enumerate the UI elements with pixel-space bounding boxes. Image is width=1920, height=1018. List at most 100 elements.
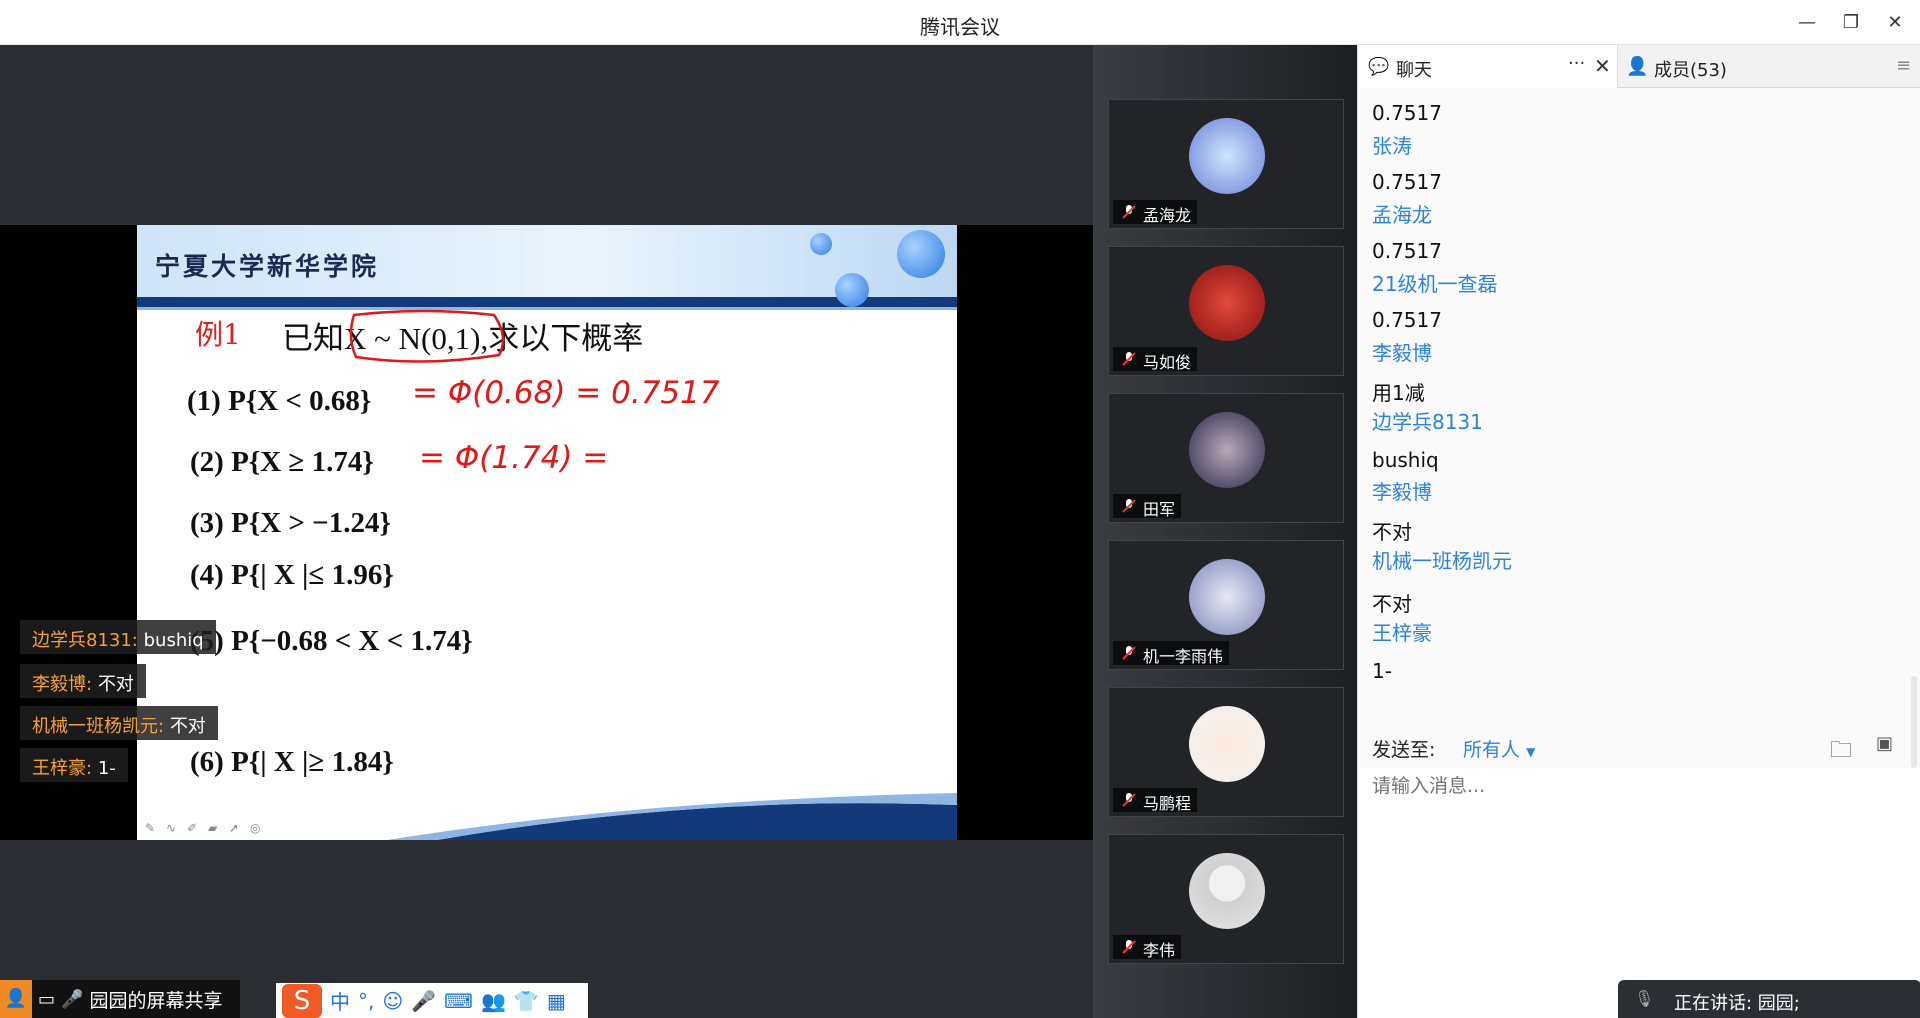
problem-6: (6) P{| X |≥ 1.84} (190, 746, 394, 778)
window-title: 腾讯会议 (920, 15, 1000, 39)
marker-icon[interactable]: ✐ (187, 821, 201, 835)
chat-message-text: 0.7517 (1372, 308, 1442, 332)
chat-icon: 💬 (1368, 57, 1390, 77)
close-icon[interactable]: ✕ (1881, 8, 1909, 36)
chat-message-text: 不对 (1372, 520, 1412, 544)
chat-message-text: 0.7517 (1372, 101, 1442, 125)
share-label: 园园的屏幕共享 (89, 989, 223, 1012)
example-label: 例1 (195, 318, 241, 351)
side-panel: 💬 聊天 ··· ✕ 👤 成员(53) ≡ 0.7517 张涛 0.7517 孟… (1357, 45, 1920, 1018)
participant-name: 孟海龙 (1113, 200, 1198, 225)
members-icon: 👤 (1626, 56, 1649, 77)
send-to-dropdown[interactable]: 所有人 ▼ (1463, 735, 1535, 762)
menu-icon[interactable]: ≡ (1896, 55, 1911, 76)
message-input[interactable] (1372, 771, 1902, 801)
participant-name-text: 田军 (1143, 500, 1176, 519)
avatar (1189, 265, 1265, 341)
participant-name-text: 马鹏程 (1143, 794, 1192, 813)
laser-icon[interactable]: ◎ (250, 821, 264, 835)
chat-message-text: 0.7517 (1372, 170, 1442, 194)
decor-bubble (835, 273, 869, 307)
danmu-item: 王梓豪: 1- (20, 748, 128, 782)
participant-tile[interactable]: 田军 (1108, 393, 1344, 523)
curve-icon[interactable]: ∿ (166, 821, 180, 835)
chat-message-text: bushiq (1372, 448, 1439, 472)
chat-sender[interactable]: 机械一班杨凯元 (1372, 545, 1512, 574)
emoji-icon[interactable]: ☺ (382, 989, 403, 1013)
apps-icon[interactable]: ▦ (547, 989, 566, 1013)
school-name: 宁夏大学新华学院 (155, 252, 380, 281)
participant-tile[interactable]: 马如俊 (1108, 246, 1344, 376)
chat-sender[interactable]: 李毅博 (1372, 337, 1432, 366)
participant-tile[interactable]: 李伟 (1108, 834, 1344, 964)
speaking-text: 正在讲话: 园园; (1674, 993, 1800, 1014)
tab-members[interactable]: 👤 成员(53) (1618, 45, 1878, 88)
danmu-item: 机械一班杨凯元: 不对 (20, 706, 218, 740)
skin-icon[interactable]: 👕 (514, 989, 539, 1013)
ime-punct[interactable]: °, (358, 989, 374, 1013)
handwritten-circle (349, 309, 505, 363)
screen-share-bar: 👤 ▭ 🎤 园园的屏幕共享 (0, 980, 240, 1018)
panel-tabs: 💬 聊天 ··· ✕ 👤 成员(53) ≡ (1358, 45, 1920, 88)
ime-toolbar: S 中 °, ☺ 🎤 ⌨ 👥 👕 ▦ (276, 983, 588, 1018)
danmu-msg: 不对 (97, 674, 134, 695)
restore-icon[interactable]: ❐ (1837, 8, 1865, 36)
participant-name: 马鹏程 (1113, 788, 1198, 813)
danmu-name: 机械一班杨凯元: (32, 716, 165, 737)
problem-4: (4) P{| X |≤ 1.96} (190, 559, 394, 591)
participant-name: 马如俊 (1113, 347, 1198, 372)
participant-tile[interactable]: 马鹏程 (1108, 687, 1344, 817)
voice-icon[interactable]: 🎤 (411, 989, 436, 1013)
more-icon[interactable]: ··· (1568, 53, 1585, 74)
folder-icon[interactable]: 🗀 (1830, 733, 1852, 771)
chat-message-text: 用1减 (1372, 381, 1425, 405)
send-to-value: 所有人 (1463, 739, 1521, 761)
slide-band (137, 297, 957, 307)
chat-sender[interactable]: 边学兵8131 (1372, 406, 1483, 435)
mic-muted-icon (1122, 205, 1136, 219)
chat-sender[interactable]: 王梓豪 (1372, 617, 1432, 646)
danmu-item: 边学兵8131: bushiq (20, 620, 216, 654)
danmu-name: 王梓豪: (32, 758, 93, 779)
participant-name: 机一李雨伟 (1113, 641, 1230, 666)
eraser-icon[interactable]: ▰ (208, 821, 222, 835)
chat-scrollbar[interactable] (1911, 676, 1917, 768)
participant-tile[interactable]: 孟海龙 (1108, 99, 1344, 229)
speaking-indicator: 🎙 正在讲话: 园园; (1618, 980, 1920, 1018)
ime-mode[interactable]: 中 (330, 986, 350, 1015)
chat-message-list: 0.7517 张涛 0.7517 孟海龙 0.7517 21级机一查磊 0.75… (1358, 88, 1920, 768)
user-icon[interactable]: 👤 (0, 980, 32, 1018)
tab-chat[interactable]: 💬 聊天 ··· ✕ (1358, 45, 1618, 88)
danmu-msg: 不对 (169, 716, 206, 737)
chat-sender[interactable]: 21级机一查磊 (1372, 268, 1497, 297)
annotation-1: = Φ(0.68) = 0.7517 (412, 375, 720, 411)
mic-muted-icon: 🎙 (1634, 989, 1655, 1008)
announcement-icon[interactable]: ▣ (1876, 733, 1893, 754)
problem-3: (3) P{X > −1.24} (190, 507, 391, 539)
participant-name-text: 李伟 (1143, 941, 1176, 960)
danmu-msg: bushiq (143, 630, 204, 651)
minimize-icon[interactable]: — (1793, 8, 1821, 36)
pen-icon[interactable]: ✎ (145, 821, 159, 835)
people-icon[interactable]: 👥 (481, 989, 506, 1013)
participant-tile[interactable]: 机一李雨伟 (1108, 540, 1344, 670)
danmu-name: 李毅博: (32, 674, 93, 695)
danmu-name: 边学兵8131: (32, 630, 138, 651)
chat-message-text: 0.7517 (1372, 239, 1442, 263)
participant-name-text: 机一李雨伟 (1143, 647, 1224, 666)
chat-sender[interactable]: 张涛 (1372, 130, 1412, 159)
sogou-logo-icon[interactable]: S (282, 983, 322, 1018)
chat-message-text: 不对 (1372, 592, 1412, 616)
keyboard-icon[interactable]: ⌨ (444, 989, 473, 1013)
pointer-icon[interactable]: ➚ (229, 821, 243, 835)
chat-message-text: 1- (1372, 659, 1392, 683)
mic-muted-icon (1122, 352, 1136, 366)
chat-sender[interactable]: 李毅博 (1372, 476, 1432, 505)
close-panel-icon[interactable]: ✕ (1594, 54, 1611, 78)
mic-muted-icon (1122, 646, 1136, 660)
participant-name: 田军 (1113, 494, 1182, 519)
participant-name: 李伟 (1113, 935, 1182, 960)
danmu-item: 李毅博: 不对 (20, 664, 146, 698)
send-to-label: 发送至: (1372, 739, 1436, 761)
chat-sender[interactable]: 孟海龙 (1372, 199, 1432, 228)
